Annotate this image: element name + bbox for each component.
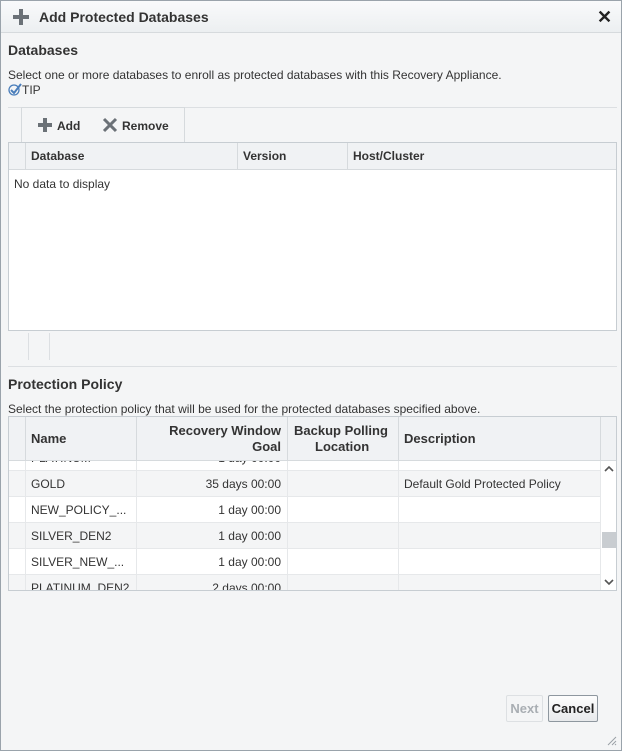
- policy-description: Default Gold Protected Policy: [398, 471, 600, 497]
- table-row[interactable]: SILVER_NEW_... 1 day 00:00: [9, 549, 600, 575]
- chevron-down-icon[interactable]: [604, 577, 614, 587]
- add-button-label: Add: [57, 119, 81, 133]
- column-header-description[interactable]: Description: [398, 417, 600, 461]
- empty-table-message: No data to display: [14, 177, 111, 191]
- dialog-titlebar[interactable]: Add Protected Databases ✕: [1, 1, 621, 33]
- plus-icon: [38, 118, 52, 132]
- policy-name: GOLD: [25, 471, 136, 497]
- databases-heading: Databases: [8, 42, 79, 58]
- column-header-recovery-window-goal[interactable]: Recovery Window Goal: [136, 417, 287, 461]
- row-selector: [9, 523, 25, 549]
- table-row[interactable]: PLATINUM 1 day 00:00: [9, 461, 600, 471]
- column-header-location-line1: Backup Polling: [294, 423, 388, 438]
- add-protected-databases-dialog: Add Protected Databases ✕ Databases Sele…: [0, 0, 622, 751]
- column-header-host-cluster[interactable]: Host/Cluster: [347, 143, 616, 170]
- policy-location: [287, 575, 398, 590]
- protection-policy-table: Name Recovery Window Goal Backup Polling…: [8, 416, 617, 591]
- policy-location: [287, 471, 398, 497]
- databases-toolbar: Add Remove: [21, 107, 185, 142]
- add-button[interactable]: Add: [37, 117, 80, 133]
- policy-description: [398, 461, 600, 471]
- column-header-name-label: Name: [31, 431, 67, 446]
- dialog-content: Databases Select one or more databases t…: [1, 33, 621, 750]
- policy-goal: 1 day 00:00: [136, 461, 287, 471]
- policy-description: [398, 549, 600, 575]
- checkmark-icon: [8, 83, 22, 96]
- policy-name: NEW_POLICY_...: [25, 497, 136, 523]
- protection-policy-heading: Protection Policy: [8, 376, 123, 392]
- column-header-backup-polling-location[interactable]: Backup Polling Location: [287, 417, 398, 461]
- column-header-goal-line2: Goal: [252, 439, 281, 454]
- row-selector: [9, 461, 25, 471]
- policy-location: [287, 497, 398, 523]
- table-footer-bar: [8, 331, 617, 366]
- column-header-version[interactable]: Version: [237, 143, 347, 170]
- column-header-database[interactable]: Database: [25, 143, 237, 170]
- policy-location: [287, 549, 398, 575]
- row-selector: [9, 471, 25, 497]
- databases-table-header: Database Version Host/Cluster: [9, 143, 616, 170]
- close-icon[interactable]: ✕: [597, 8, 612, 26]
- divider: [28, 333, 29, 360]
- header-corner: [600, 417, 616, 461]
- databases-table: Database Version Host/Cluster No data to…: [8, 142, 617, 331]
- tip-link[interactable]: TIP: [8, 83, 41, 97]
- policy-description: [398, 575, 600, 590]
- row-selector: [9, 575, 25, 590]
- vertical-scrollbar[interactable]: [600, 461, 616, 590]
- table-row[interactable]: GOLD 35 days 00:00 Default Gold Protecte…: [9, 471, 600, 497]
- scrollbar-thumb[interactable]: [602, 532, 616, 548]
- column-header-description-label: Description: [404, 431, 476, 446]
- cancel-button[interactable]: Cancel: [548, 695, 598, 722]
- policy-goal: 35 days 00:00: [136, 471, 287, 497]
- remove-button[interactable]: Remove: [102, 117, 169, 133]
- policy-location: [287, 523, 398, 549]
- table-row[interactable]: SILVER_DEN2 1 day 00:00: [9, 523, 600, 549]
- divider: [49, 333, 50, 360]
- databases-description: Select one or more databases to enroll a…: [8, 68, 502, 82]
- table-row[interactable]: PLATINUM_DEN2 2 days 00:00: [9, 575, 600, 590]
- table-row[interactable]: NEW_POLICY_... 1 day 00:00: [9, 497, 600, 523]
- policy-location: [287, 461, 398, 471]
- policy-goal: 1 day 00:00: [136, 497, 287, 523]
- tip-label: TIP: [22, 83, 41, 97]
- protection-policy-table-header: Name Recovery Window Goal Backup Polling…: [9, 417, 600, 461]
- policy-name: SILVER_DEN2: [25, 523, 136, 549]
- policy-description: [398, 523, 600, 549]
- column-header-goal-line1: Recovery Window: [169, 423, 281, 438]
- remove-x-icon: [102, 117, 118, 133]
- policy-goal: 1 day 00:00: [136, 549, 287, 575]
- dialog-title: Add Protected Databases: [39, 9, 209, 25]
- row-selector: [9, 549, 25, 575]
- policy-description: [398, 497, 600, 523]
- remove-button-label: Remove: [122, 119, 169, 133]
- policy-goal: 1 day 00:00: [136, 523, 287, 549]
- selector-column-header: [9, 417, 25, 461]
- next-button[interactable]: Next: [506, 695, 543, 722]
- policy-name: PLATINUM_DEN2: [25, 575, 136, 590]
- selector-column-header: [9, 143, 25, 170]
- row-selector: [9, 497, 25, 523]
- chevron-up-icon[interactable]: [604, 464, 614, 474]
- resize-grip-icon[interactable]: [605, 734, 617, 746]
- protection-policy-description: Select the protection policy that will b…: [8, 402, 481, 416]
- protection-policy-rows: PLATINUM 1 day 00:00 GOLD 35 days 00:00 …: [9, 461, 600, 590]
- policy-name: SILVER_NEW_...: [25, 549, 136, 575]
- plus-icon: [13, 9, 29, 25]
- column-header-name[interactable]: Name: [25, 417, 136, 461]
- section-divider: [8, 366, 617, 367]
- policy-name: PLATINUM: [25, 461, 136, 471]
- policy-goal: 2 days 00:00: [136, 575, 287, 590]
- column-header-location-line2: Location: [315, 439, 370, 454]
